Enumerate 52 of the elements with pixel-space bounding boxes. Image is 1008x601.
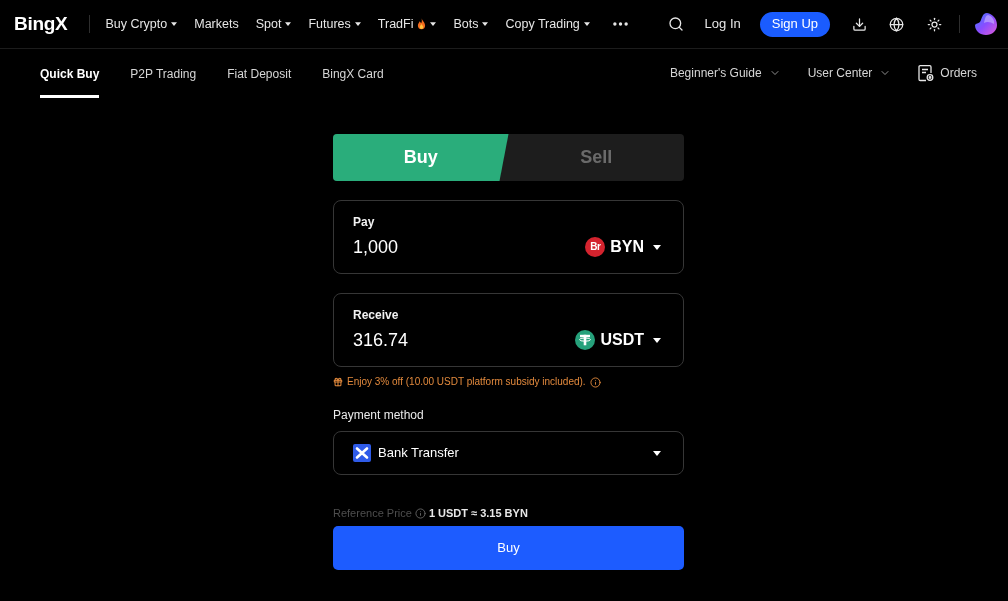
caret-icon	[653, 337, 661, 343]
amount-input[interactable]: 1,000	[353, 235, 399, 259]
sub-nav-tab[interactable]: P2P Trading	[130, 49, 197, 98]
caret-icon	[482, 22, 489, 26]
payment-method-label: Payment method	[333, 407, 425, 423]
caret-icon	[285, 22, 292, 26]
coin-logo: Br	[585, 237, 606, 257]
nav-menu-item[interactable]: Copy Trading	[505, 14, 590, 34]
reference-price-label: Reference Price	[333, 506, 412, 520]
search-icon[interactable]	[667, 16, 684, 32]
amount-label: Receive	[353, 307, 400, 323]
promo-text: Enjoy 3% off (10.00 USDT platform subsidy included).	[347, 375, 586, 389]
nav-menu-item[interactable]: Markets	[194, 14, 239, 34]
amount-label: Pay	[353, 214, 376, 230]
flame-icon	[417, 18, 427, 30]
reference-price-value: 1 USDT ≈ 3.15 BYN	[428, 506, 528, 520]
currency-selector[interactable]: Br BYN	[585, 235, 661, 259]
info-icon[interactable]	[414, 507, 426, 519]
login-link[interactable]: Log In	[704, 14, 741, 34]
caret-icon	[583, 22, 590, 26]
buy-button[interactable]: Buy	[333, 526, 684, 570]
tether-coin-icon	[575, 330, 596, 350]
nav-menu-item[interactable]: TradFi	[377, 14, 437, 34]
payment-method-select[interactable]: Bank Transfer	[333, 431, 684, 475]
sub-nav-tab[interactable]: Quick Buy	[40, 49, 100, 98]
caret-icon	[171, 22, 178, 26]
brand-logo[interactable]: BingX	[14, 9, 68, 39]
nav-menu-item[interactable]: Futures	[308, 14, 361, 34]
sub-nav-dropdown[interactable]: User Center	[807, 64, 892, 82]
info-icon[interactable]	[589, 376, 601, 388]
sub-nav-dropdown[interactable]: Beginner's Guide	[669, 64, 781, 82]
nav-menu-item[interactable]: Bots	[453, 14, 489, 34]
sub-nav-tab[interactable]: Fiat Deposit	[227, 49, 292, 98]
caret-icon	[653, 244, 661, 250]
more-dots-icon[interactable]	[612, 22, 628, 26]
orders-link[interactable]: Orders	[918, 64, 977, 82]
globe-icon[interactable]	[889, 16, 904, 32]
caret-icon	[653, 450, 661, 456]
caret-icon	[430, 22, 437, 26]
download-icon[interactable]	[852, 16, 867, 32]
nav-menu-item[interactable]: Buy Crypto	[105, 14, 178, 34]
currency-selector[interactable]: USDT	[575, 328, 661, 352]
bank-transfer-logo-icon	[353, 444, 371, 462]
profile-avatar-icon[interactable]	[974, 12, 998, 36]
nav-menu-item[interactable]: Spot	[255, 14, 292, 34]
gift-icon	[333, 377, 343, 387]
sun-icon[interactable]	[927, 16, 942, 32]
caret-icon	[354, 22, 361, 26]
sign-up-button[interactable]: Sign Up	[759, 11, 830, 37]
sub-nav-tab[interactable]: BingX Card	[322, 49, 384, 98]
document-gear-icon	[918, 64, 935, 82]
amount-input[interactable]: 316.74	[353, 328, 409, 352]
